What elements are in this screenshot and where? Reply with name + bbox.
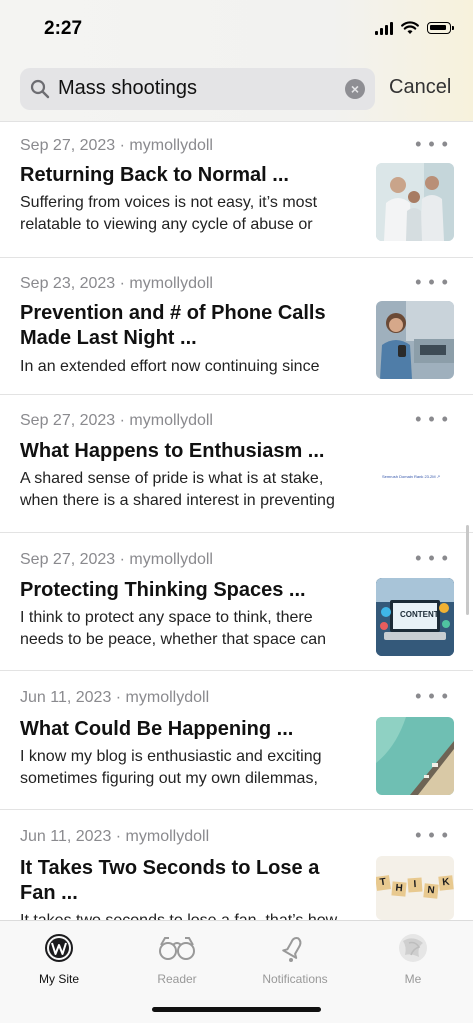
post-excerpt-line: It takes two seconds to lose a fan, that… [20, 910, 360, 920]
post-card[interactable]: Jun 11, 2023 · mymollydoll • • • It Take… [0, 810, 473, 920]
post-thumbnail[interactable] [376, 301, 454, 379]
status-icons [375, 21, 454, 35]
post-card[interactable]: Sep 27, 2023 · mymollydoll • • • Protect… [0, 533, 473, 671]
post-excerpt: A shared sense of pride is what is at st… [20, 468, 360, 512]
post-title[interactable]: It Takes Two Seconds to Lose a Fan ... [20, 856, 350, 906]
post-title-line: Made Last Night ... [20, 327, 197, 349]
more-options-icon[interactable]: • • • [415, 134, 449, 155]
bell-icon [282, 936, 302, 962]
post-excerpt-line: relatable to viewing any cycle of abuse … [20, 216, 313, 233]
post-excerpt-line: In an extended effort now continuing sin… [20, 358, 320, 375]
post-excerpt: It takes two seconds to lose a fan, that… [20, 910, 360, 920]
post-thumbnail[interactable]: CONTENT [376, 578, 454, 656]
post-thumbnail[interactable]: Semrush Domain Rank 23.2M ↗ [376, 439, 454, 517]
post-meta: Sep 27, 2023 · mymollydoll [20, 551, 213, 568]
post-excerpt: In an extended effort now continuing sin… [20, 356, 360, 378]
post-title[interactable]: Protecting Thinking Spaces ... [20, 578, 350, 603]
post-meta: Jun 11, 2023 · mymollydoll [20, 689, 210, 706]
post-card[interactable]: Jun 11, 2023 · mymollydoll • • • What Co… [0, 671, 473, 810]
post-excerpt-line: Suffering from voices is not easy, it’s … [20, 194, 318, 211]
letter-tile: I [407, 877, 423, 893]
search-icon [30, 79, 50, 99]
cellular-signal-icon [375, 21, 393, 35]
post-title[interactable]: Prevention and # of Phone Calls Made Las… [20, 301, 350, 351]
office-meeting-image [376, 163, 454, 241]
cancel-button[interactable]: Cancel [389, 76, 451, 99]
tab-label: Me [404, 972, 422, 986]
app-screen: 2:27 Mass shootings × Cancel Sep 27, 202… [0, 0, 473, 1023]
home-indicator [152, 1007, 321, 1012]
post-thumbnail[interactable]: T H I N K [376, 856, 454, 920]
post-excerpt-line: I think to protect any space to think, t… [20, 609, 313, 626]
post-meta: Sep 27, 2023 · mymollydoll [20, 412, 213, 429]
post-meta: Sep 23, 2023 · mymollydoll [20, 275, 213, 292]
status-time: 2:27 [44, 18, 83, 39]
tab-reader[interactable]: Reader [118, 933, 236, 986]
post-title-line: Fan ... [20, 882, 78, 904]
more-options-icon[interactable]: • • • [415, 548, 449, 569]
search-field[interactable]: Mass shootings × [20, 68, 375, 110]
post-excerpt-line: needs to be peace, whether that space ca… [20, 631, 326, 648]
tab-my-site[interactable]: My Site [0, 933, 118, 986]
search-header: 2:27 Mass shootings × Cancel [0, 0, 473, 122]
wifi-icon [401, 21, 419, 34]
post-thumbnail[interactable] [376, 717, 454, 795]
letter-tile: T [376, 875, 391, 891]
post-excerpt: I think to protect any space to think, t… [20, 607, 360, 651]
post-title-line: It Takes Two Seconds to Lose a [20, 857, 320, 879]
tab-me[interactable]: Me [354, 933, 472, 986]
post-title-line: Prevention and # of Phone Calls [20, 302, 326, 324]
thumbnail-caption: CONTENT [400, 610, 439, 619]
think-tiles: T H I N K [376, 875, 454, 906]
post-excerpt-line: I know my blog is enthusiastic and excit… [20, 748, 322, 765]
search-input[interactable]: Mass shootings [58, 77, 197, 100]
post-card[interactable]: Sep 27, 2023 · mymollydoll • • • What Ha… [0, 395, 473, 533]
post-title-line: What Happens to Enthusiasm ... [20, 440, 325, 462]
letter-tile: H [391, 881, 407, 897]
post-meta: Sep 27, 2023 · mymollydoll [20, 137, 213, 154]
scrollbar[interactable] [466, 525, 469, 615]
more-options-icon[interactable]: • • • [415, 409, 449, 430]
post-excerpt-line: sometimes figuring out my own dilemmas, [20, 770, 318, 787]
post-thumbnail[interactable] [376, 163, 454, 241]
avatar-icon [399, 934, 427, 962]
post-excerpt-line: when there is a shared interest in preve… [20, 492, 335, 509]
wordpress-icon [45, 934, 73, 962]
tab-notifications[interactable]: Notifications [236, 933, 354, 986]
post-meta: Jun 11, 2023 · mymollydoll [20, 828, 210, 845]
beach-aerial-image [376, 717, 454, 795]
post-title-line: What Could Be Happening ... [20, 718, 294, 740]
tab-label: My Site [38, 972, 79, 986]
letter-tile: N [423, 883, 439, 899]
post-excerpt: Suffering from voices is not easy, it’s … [20, 192, 360, 236]
more-options-icon[interactable]: • • • [415, 272, 449, 293]
post-title-line: Protecting Thinking Spaces ... [20, 579, 306, 601]
tab-label: Reader [157, 972, 197, 986]
thumbnail-caption: Semrush Domain Rank 23.2M ↗ [382, 474, 441, 479]
battery-icon [427, 22, 454, 34]
post-title[interactable]: Returning Back to Normal ... [20, 163, 350, 188]
post-title[interactable]: What Happens to Enthusiasm ... [20, 439, 350, 464]
tab-label: Notifications [262, 972, 328, 986]
post-excerpt: I know my blog is enthusiastic and excit… [20, 746, 360, 790]
post-title[interactable]: What Could Be Happening ... [20, 717, 350, 742]
more-options-icon[interactable]: • • • [415, 825, 449, 846]
post-card[interactable]: Sep 23, 2023 · mymollydoll • • • Prevent… [0, 258, 473, 395]
post-card[interactable]: Sep 27, 2023 · mymollydoll • • • Returni… [0, 121, 473, 258]
letter-tile: K [438, 875, 454, 891]
woman-phone-image [376, 301, 454, 379]
glasses-icon [159, 937, 195, 960]
clear-search-icon[interactable]: × [345, 79, 365, 99]
more-options-icon[interactable]: • • • [415, 686, 449, 707]
post-excerpt-line: A shared sense of pride is what is at st… [20, 470, 324, 487]
post-title-line: Returning Back to Normal ... [20, 164, 289, 186]
